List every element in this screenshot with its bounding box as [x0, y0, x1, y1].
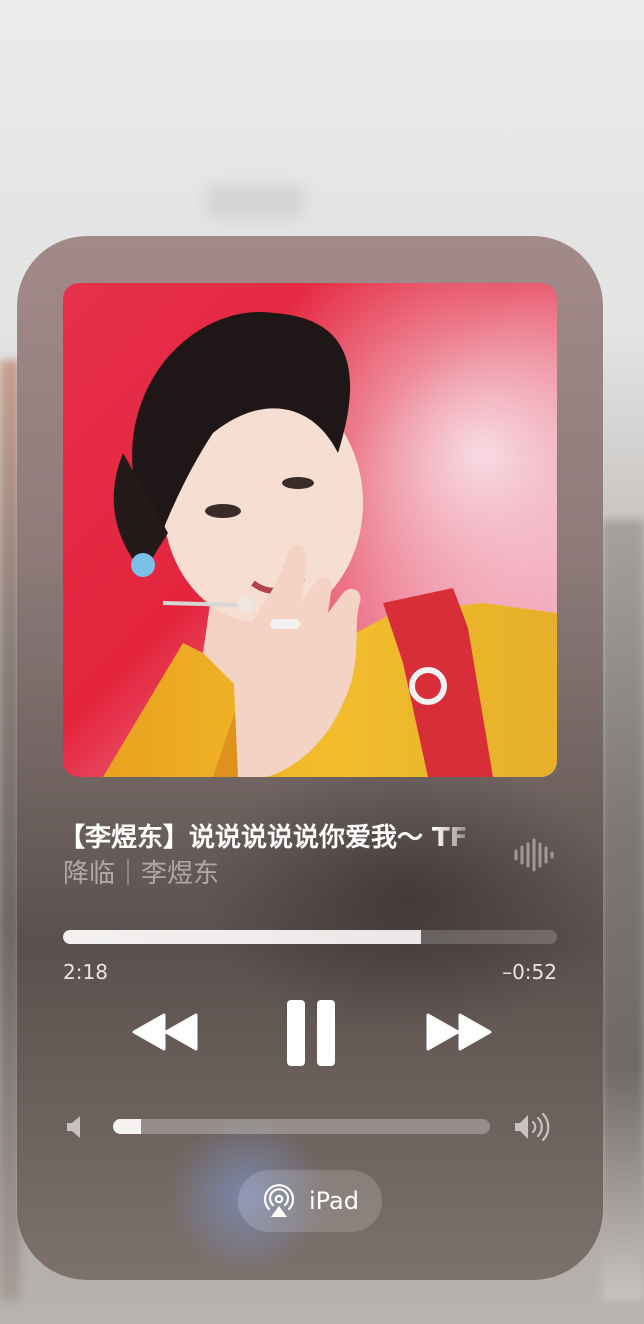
background-right: [602, 520, 644, 1300]
card-shading: [197, 756, 603, 1036]
fast-forward-button[interactable]: [415, 994, 503, 1070]
playback-progress-slider[interactable]: [63, 930, 557, 944]
remaining-time: –0:52: [502, 960, 557, 984]
airplay-device-label: iPad: [308, 1187, 359, 1215]
airplay-device-button[interactable]: iPad: [238, 1170, 382, 1232]
playback-progress-fill: [63, 930, 422, 944]
album-artwork[interactable]: [63, 283, 557, 777]
elapsed-time: 2:18: [63, 960, 108, 984]
rewind-icon: [132, 1013, 198, 1051]
pause-icon: [287, 1000, 335, 1066]
now-playing-card: 【李煜东】说说说说说你爱我～ TF 降临｜李煜东 2:18 –0:52 iPad: [17, 236, 603, 1280]
rewind-button[interactable]: [121, 994, 209, 1070]
song-title: 【李煜东】说说说说说你爱我～ TF: [59, 823, 468, 853]
pause-button[interactable]: [273, 991, 349, 1075]
airplay-audio-icon: [263, 1184, 295, 1217]
song-subtitle: 降临｜李煜东: [63, 859, 220, 889]
background-blurred-label: [205, 185, 305, 219]
album-artwork-photo: [63, 283, 557, 777]
volume-slider[interactable]: [113, 1119, 490, 1134]
fast-forward-icon: [426, 1013, 492, 1051]
speaker-high-icon: [515, 1112, 550, 1142]
volume-fill: [113, 1119, 142, 1134]
background-top: [0, 0, 644, 260]
waveform-icon: [514, 838, 554, 872]
speaker-low-icon: [67, 1116, 80, 1138]
